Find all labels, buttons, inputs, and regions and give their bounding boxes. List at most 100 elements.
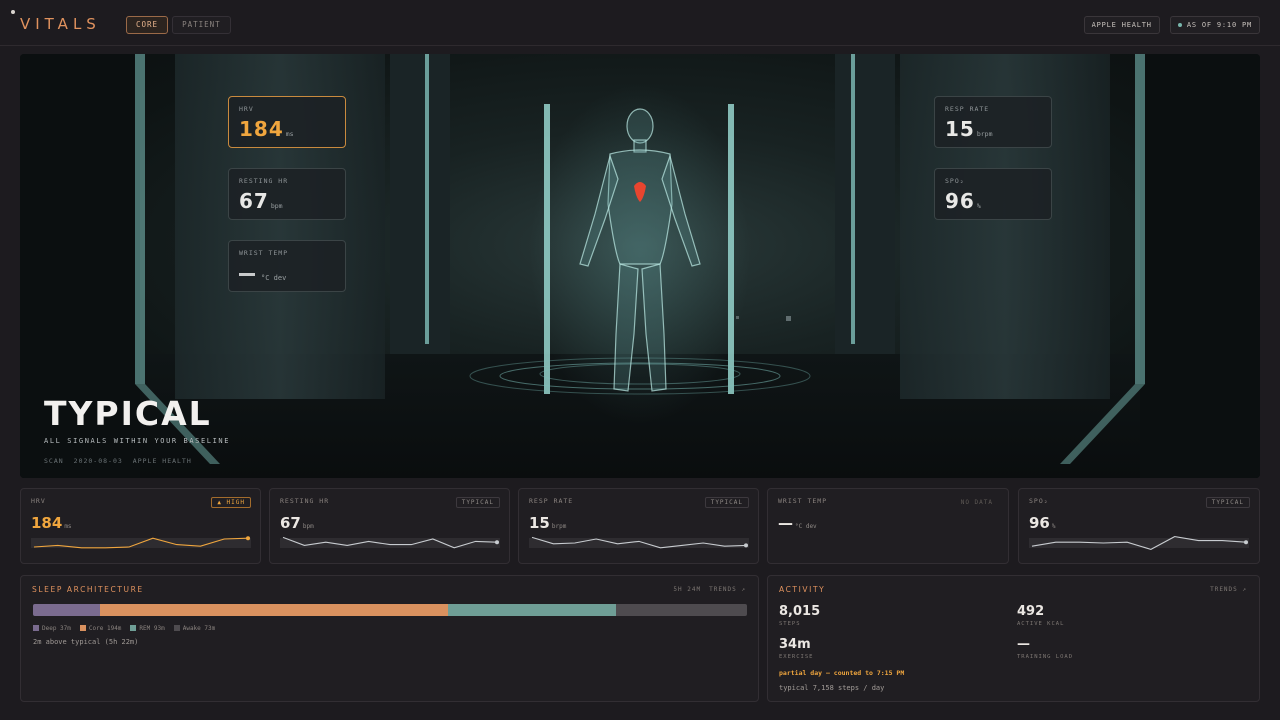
metric-unit: brpm — [551, 523, 567, 530]
sleep-panel: SLEEP ARCHITECTURE 5H 24M TRENDS ↗ Deep … — [20, 575, 759, 702]
hero-card-spo2[interactable]: SPO₂ 96% — [934, 168, 1052, 220]
exercise-caption: EXERCISE — [779, 654, 814, 660]
steps-value: 8,015 — [779, 604, 821, 619]
resp-rate-value: 15 — [945, 117, 975, 141]
sleep-note: 2m above typical (5h 22m) — [33, 638, 139, 646]
legend-label: Core 194m — [88, 625, 122, 632]
metric-value-row: 67 bpm — [280, 514, 499, 532]
legend-swatch — [130, 625, 137, 631]
legend-label: Deep 37m — [42, 625, 71, 632]
baseline-band — [280, 538, 500, 548]
metric-value-row: 15 brpm — [529, 514, 748, 532]
spo2-value: 96 — [945, 189, 975, 213]
sleep-segment-deep — [33, 604, 100, 616]
kcal-caption: ACTIVE KCAL — [1017, 621, 1065, 627]
partial-day-note: partial day — counted to 7:15 PM — [779, 669, 905, 677]
training-load-value: — — [1017, 637, 1030, 652]
sleep-segment-core — [99, 604, 449, 616]
status-title: TYPICAL — [44, 394, 212, 433]
metric-unit: % — [1051, 523, 1056, 530]
metric-unit: bpm — [302, 523, 314, 530]
legend-label: Awake 73m — [182, 625, 216, 632]
header-right: APPLE HEALTH AS OF 9:10 PM — [1083, 16, 1260, 34]
activity-exercise: 34m EXERCISE — [779, 637, 814, 660]
resp-rate-unit: brpm — [976, 130, 993, 138]
source-chip[interactable]: APPLE HEALTH — [1083, 16, 1160, 34]
status-badge: ▲ HIGH — [211, 497, 251, 508]
status-block: TYPICAL ALL SIGNALS WITHIN YOUR BASELINE… — [44, 394, 230, 465]
no-data-dash — [239, 273, 255, 276]
sleep-legend: Deep 37m Core 194m REM 93m Awake 73m — [33, 625, 215, 632]
app-logo: VITALS — [20, 15, 101, 33]
hero-card-value: 15 brpm — [945, 117, 1041, 141]
hero-card-value: 67 bpm — [239, 189, 335, 213]
baseline-band — [1029, 538, 1249, 548]
sparkline-end-dot — [1244, 540, 1248, 545]
mode-tabs: CORE PATIENT — [126, 16, 231, 34]
metric-value: 96 — [1029, 514, 1050, 532]
tab-core[interactable]: CORE — [126, 16, 169, 34]
hero-card-value: 184 ms — [239, 117, 335, 141]
resting-hr-unit: bpm — [270, 202, 283, 210]
metric-card-resp-rate[interactable]: RESP RATE TYPICAL 15 brpm — [518, 488, 759, 564]
metric-unit: ms — [64, 523, 72, 530]
legend-swatch — [79, 625, 86, 631]
hero-card-label: RESP RATE — [945, 105, 990, 113]
status-subtitle: ALL SIGNALS WITHIN YOUR BASELINE — [44, 437, 231, 445]
sparkline — [1029, 536, 1249, 550]
tab-patient[interactable]: PATIENT — [172, 16, 231, 34]
metric-unit: °C dev — [795, 523, 817, 530]
status-badge: TYPICAL — [704, 497, 749, 508]
metric-card-spo2[interactable]: SPO₂ TYPICAL 96% — [1018, 488, 1260, 564]
hero-card-label: HRV — [239, 105, 254, 113]
metric-value-row: — °C dev — [778, 514, 998, 532]
metric-card-resting-hr[interactable]: RESTING HR TYPICAL 67 bpm — [269, 488, 510, 564]
legend-swatch — [33, 625, 39, 631]
hero-card-wrist-temp[interactable]: WRIST TEMP °C dev — [228, 240, 346, 292]
legend-awake: Awake 73m — [173, 625, 216, 632]
metric-value-row: 184 ms — [31, 514, 250, 532]
sleep-segment-awake — [615, 604, 747, 616]
metric-card-wrist-temp[interactable]: WRIST TEMP NO DATA — °C dev — [767, 488, 1009, 564]
sparkline-end-dot — [246, 536, 250, 541]
hero-card-label: SPO₂ — [945, 177, 965, 185]
activity-title: ACTIVITY — [779, 585, 826, 594]
sleep-trends-link[interactable]: TRENDS ↗ — [709, 586, 746, 593]
sleep-title: SLEEP ARCHITECTURE — [32, 585, 144, 594]
metric-card-hrv[interactable]: HRV ▲ HIGH 184 ms — [20, 488, 261, 564]
activity-trends-link[interactable]: TRENDS ↗ — [1210, 586, 1247, 593]
sleep-total: 5H 24M — [673, 586, 702, 593]
metric-value: 15 — [529, 514, 550, 532]
scan-source: APPLE HEALTH — [132, 457, 192, 465]
activity-panel: ACTIVITY TRENDS ↗ 8,015 STEPS 492 ACTIVE… — [767, 575, 1260, 702]
spo2-unit: % — [976, 202, 981, 210]
hero-card-resp-rate[interactable]: RESP RATE 15 brpm — [934, 96, 1052, 148]
scan-label: SCAN — [44, 457, 64, 465]
status-badge: TYPICAL — [455, 497, 500, 508]
metric-value: — — [778, 514, 793, 532]
hero-card-label: WRIST TEMP — [239, 249, 289, 257]
hero-card-resting-hr[interactable]: RESTING HR 67 bpm — [228, 168, 346, 220]
sparkline-end-dot — [744, 543, 748, 548]
hero-card-value: °C dev — [239, 261, 335, 285]
hero-card-hrv[interactable]: HRV 184 ms — [228, 96, 346, 148]
exercise-value: 34m — [779, 637, 811, 652]
sleep-header-right: 5H 24M TRENDS ↗ — [673, 586, 746, 593]
status-badge: TYPICAL — [1205, 497, 1250, 508]
sleep-stage-bar — [33, 604, 747, 616]
legend-rem: REM 93m — [130, 625, 165, 632]
sparkline-end-dot — [495, 540, 499, 545]
activity-kcal: 492 ACTIVE KCAL — [1017, 604, 1064, 627]
typical-steps-note: typical 7,158 steps / day — [779, 684, 885, 692]
live-dot-icon — [1177, 23, 1182, 27]
kcal-value: 492 — [1017, 604, 1045, 619]
hrv-unit: ms — [285, 130, 294, 138]
training-load-caption: TRAINING LOAD — [1017, 654, 1074, 660]
activity-header-right: TRENDS ↗ — [1210, 586, 1247, 593]
legend-label: REM 93m — [139, 625, 165, 632]
sparkline — [31, 536, 251, 549]
scan-date: 2020-08-03 — [73, 457, 123, 465]
resting-hr-value: 67 — [239, 189, 269, 213]
as-of-text: AS OF 9:10 PM — [1186, 21, 1252, 29]
wrist-temp-unit: °C dev — [261, 274, 287, 282]
